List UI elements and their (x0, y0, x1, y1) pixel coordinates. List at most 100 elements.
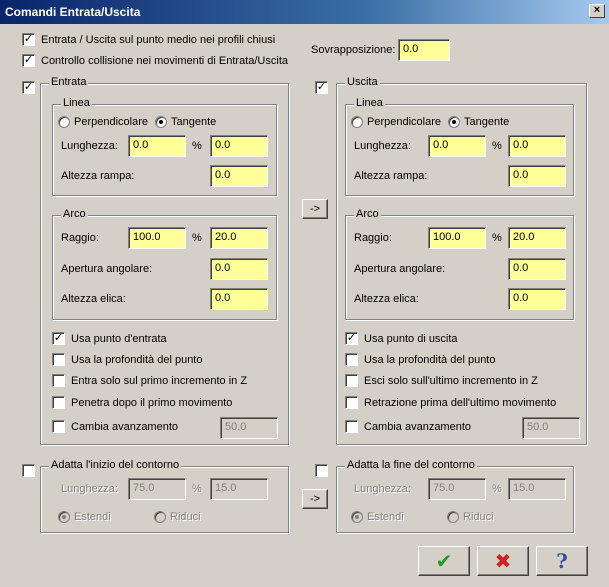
adjust-start-percent-input[interactable]: 15.0 (210, 478, 268, 500)
window-title: Comandi Entrata/Uscita (5, 5, 141, 19)
adjust-end-length-input[interactable]: 75.0 (428, 478, 486, 500)
adjust-end-reduce-option[interactable]: Riduci (447, 511, 494, 523)
exit-retract-label: Retrazione prima dell'ultimo movimento (364, 396, 557, 409)
exit-feed-input[interactable]: 50.0 (522, 417, 580, 439)
adjust-start-reduce-radio[interactable] (154, 511, 166, 523)
exit-enable-checkbox[interactable]: ✓ (315, 81, 328, 94)
entry-use-depth-label: Usa la profondità del punto (71, 353, 203, 366)
collision-label: Controllo collisione nei movimenti di En… (41, 54, 288, 67)
exit-use-depth-option[interactable]: Usa la profondità del punto (345, 353, 495, 366)
cross-icon: ✖ (494, 550, 512, 573)
exit-retract-checkbox[interactable] (345, 396, 358, 409)
exit-change-feed-checkbox[interactable] (345, 420, 358, 433)
copy-entry-to-exit-button[interactable]: -> (302, 199, 328, 219)
entry-ramp-input[interactable]: 0.0 (210, 165, 268, 187)
copy-start-to-end-button[interactable]: -> (302, 489, 328, 509)
adjust-end-extend-option[interactable]: Estendi (351, 511, 404, 523)
exit-length-percent-input[interactable]: 0.0 (508, 135, 566, 157)
adjust-end-percent-input[interactable]: 15.0 (508, 478, 566, 500)
exit-angle-input[interactable]: 0.0 (508, 258, 566, 280)
entry-first-z-option[interactable]: Entra solo sul primo incremento in Z (52, 374, 247, 387)
percent-label: % (192, 140, 202, 152)
exit-last-z-label: Esci solo sull'ultimo incremento in Z (364, 374, 538, 387)
adjust-end-checkbox[interactable] (315, 464, 328, 477)
exit-group-title: Uscita (345, 76, 380, 88)
collision-checkbox[interactable]: ✓ (22, 54, 35, 67)
entry-tangent-option[interactable]: Tangente (155, 116, 216, 128)
entry-group-title: Entrata (49, 76, 89, 88)
exit-perpendicular-radio[interactable] (351, 116, 363, 128)
adjust-start-length-input[interactable]: 75.0 (128, 478, 186, 500)
exit-ramp-input[interactable]: 0.0 (508, 165, 566, 187)
entry-use-depth-checkbox[interactable] (52, 353, 65, 366)
entry-angle-input[interactable]: 0.0 (210, 258, 268, 280)
exit-use-point-checkbox[interactable]: ✓ (345, 332, 358, 345)
exit-change-feed-option[interactable]: Cambia avanzamento (345, 420, 471, 433)
exit-use-depth-label: Usa la profondità del punto (364, 353, 496, 366)
adjust-end-extend-radio[interactable] (351, 511, 363, 523)
exit-perpendicular-label: Perpendicolare (367, 116, 441, 128)
exit-tangent-radio[interactable] (448, 116, 460, 128)
check-icon: ✔ (435, 550, 453, 573)
cancel-button[interactable]: ✖ (477, 546, 529, 576)
midpoint-checkbox[interactable]: ✓ (22, 33, 35, 46)
entry-length-percent-input[interactable]: 0.0 (210, 135, 268, 157)
entry-enable-checkbox[interactable]: ✓ (22, 81, 35, 94)
close-button[interactable]: × (589, 4, 605, 18)
entry-helix-label: Altezza elica: (61, 293, 126, 305)
entry-perpendicular-radio[interactable] (58, 116, 70, 128)
exit-perpendicular-option[interactable]: Perpendicolare (351, 116, 441, 128)
entry-tangent-radio[interactable] (155, 116, 167, 128)
adjust-end-reduce-radio[interactable] (447, 511, 459, 523)
entry-change-feed-option[interactable]: Cambia avanzamento (52, 420, 178, 433)
checkmark-icon: ✓ (23, 33, 34, 45)
exit-tangent-option[interactable]: Tangente (448, 116, 509, 128)
help-button[interactable]: ? (536, 546, 588, 576)
adjust-end-reduce-label: Riduci (463, 511, 494, 523)
entry-use-depth-option[interactable]: Usa la profondità del punto (52, 353, 202, 366)
collision-option[interactable]: ✓ Controllo collisione nei movimenti di … (22, 54, 288, 67)
entry-radius-input[interactable]: 100.0 (128, 227, 186, 249)
entry-perpendicular-option[interactable]: Perpendicolare (58, 116, 148, 128)
overlap-label: Sovrapposizione: (311, 44, 396, 56)
exit-helix-label: Altezza elica: (354, 293, 419, 305)
adjust-start-title: Adatta l'inizio del contorno (49, 459, 182, 471)
ok-button[interactable]: ✔ (418, 546, 470, 576)
checkmark-icon: ✓ (346, 332, 357, 344)
question-icon: ? (556, 549, 568, 573)
entry-use-point-checkbox[interactable]: ✓ (52, 332, 65, 345)
exit-line-title: Linea (354, 97, 385, 109)
entry-feed-input[interactable]: 50.0 (220, 417, 278, 439)
exit-radius-percent-input[interactable]: 20.0 (508, 227, 566, 249)
entry-length-input[interactable]: 0.0 (128, 135, 186, 157)
adjust-start-reduce-option[interactable]: Riduci (154, 511, 201, 523)
adjust-start-checkbox[interactable] (22, 464, 35, 477)
exit-radius-label: Raggio: (354, 232, 392, 244)
adjust-start-extend-radio[interactable] (58, 511, 70, 523)
exit-use-depth-checkbox[interactable] (345, 353, 358, 366)
exit-arc-title: Arco (354, 208, 381, 220)
exit-last-z-option[interactable]: Esci solo sull'ultimo incremento in Z (345, 374, 538, 387)
entry-change-feed-checkbox[interactable] (52, 420, 65, 433)
exit-length-input[interactable]: 0.0 (428, 135, 486, 157)
checkmark-icon: ✓ (23, 81, 34, 93)
entry-radius-percent-input[interactable]: 20.0 (210, 227, 268, 249)
entry-helix-input[interactable]: 0.0 (210, 288, 268, 310)
exit-helix-input[interactable]: 0.0 (508, 288, 566, 310)
overlap-input[interactable]: 0.0 (398, 39, 450, 61)
exit-last-z-checkbox[interactable] (345, 374, 358, 387)
percent-label: % (492, 140, 502, 152)
adjust-start-extend-option[interactable]: Estendi (58, 511, 111, 523)
midpoint-option[interactable]: ✓ Entrata / Uscita sul punto medio nei p… (22, 33, 275, 46)
title-bar: Comandi Entrata/Uscita × (0, 0, 609, 24)
exit-retract-option[interactable]: Retrazione prima dell'ultimo movimento (345, 396, 556, 409)
exit-radius-input[interactable]: 100.0 (428, 227, 486, 249)
entry-use-point-option[interactable]: ✓ Usa punto d'entrata (52, 332, 167, 345)
entry-penetrate-checkbox[interactable] (52, 396, 65, 409)
entry-penetrate-option[interactable]: Penetra dopo il primo movimento (52, 396, 232, 409)
entry-first-z-checkbox[interactable] (52, 374, 65, 387)
exit-use-point-option[interactable]: ✓ Usa punto di uscita (345, 332, 458, 345)
entry-perpendicular-label: Perpendicolare (74, 116, 148, 128)
close-icon: × (593, 4, 601, 16)
adjust-end-extend-label: Estendi (367, 511, 404, 523)
